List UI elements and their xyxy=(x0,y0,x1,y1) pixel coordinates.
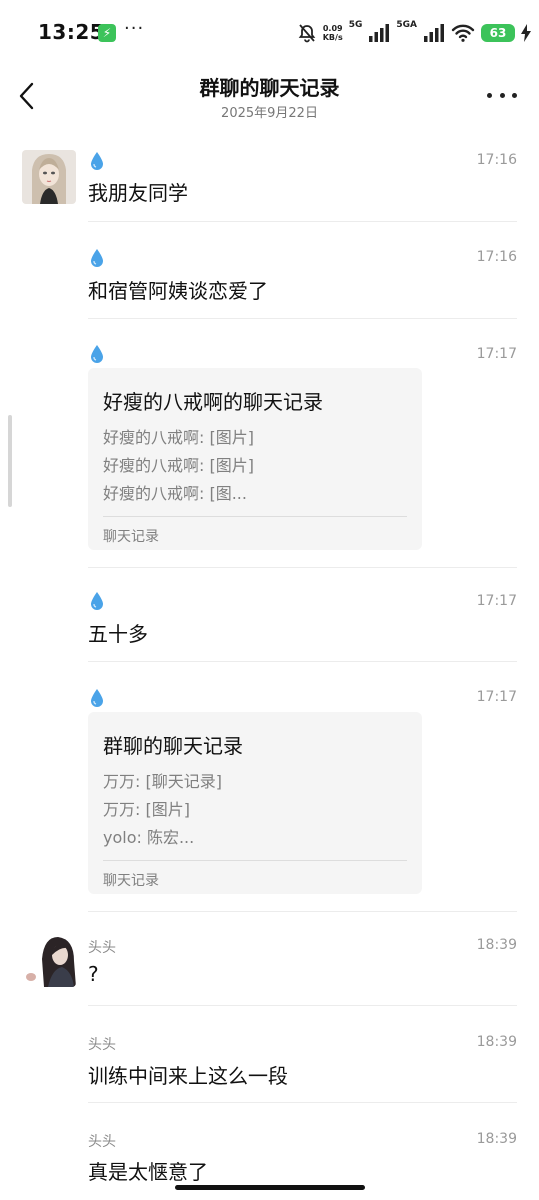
divider xyxy=(88,661,517,662)
dot-icon xyxy=(499,92,505,98)
card-line: yolo: 陈宏... xyxy=(103,828,195,847)
sender-name: 头头 xyxy=(88,940,116,956)
card-footer: 聊天记录 xyxy=(103,529,159,545)
more-options-button[interactable] xyxy=(487,88,517,102)
message-time: 17:16 xyxy=(476,152,517,168)
charging-icon xyxy=(521,24,531,42)
card-line: 万万: [图片] xyxy=(103,800,190,819)
message-item: 17:17 五十多 xyxy=(0,588,539,662)
message-text[interactable]: 五十多 xyxy=(88,618,148,647)
sender-name: 头头 xyxy=(88,1037,116,1053)
card-divider xyxy=(103,860,407,861)
message-item: 17:16 我朋友同学 xyxy=(0,148,539,222)
sender-name: 头头 xyxy=(88,1134,116,1150)
status-time: 13:25 xyxy=(38,20,105,44)
card-footer: 聊天记录 xyxy=(103,873,159,889)
message-time: 18:39 xyxy=(476,937,517,953)
message-time: 18:39 xyxy=(476,1034,517,1050)
message-text[interactable]: 训练中间来上这么一段 xyxy=(88,1060,288,1089)
message-item: 17:16 和宿管阿姨谈恋爱了 xyxy=(0,245,539,319)
speed-unit: KB/s xyxy=(322,33,343,42)
network-speed: 0.09 KB/s xyxy=(323,24,343,42)
home-indicator[interactable] xyxy=(175,1185,365,1190)
card-title: 群聊的聊天记录 xyxy=(103,734,243,758)
status-right: 0.09 KB/s 5G 5GA 63 xyxy=(297,18,531,48)
status-bar: 13:25 ⚡ ··· 0.09 KB/s 5G 5GA 63 xyxy=(0,0,539,66)
avatar[interactable] xyxy=(22,933,76,987)
chat-record-card[interactable]: 群聊的聊天记录 万万: [聊天记录] 万万: [图片] yolo: 陈宏... … xyxy=(88,712,422,894)
avatar[interactable] xyxy=(22,150,76,204)
water-drop-icon xyxy=(91,249,103,267)
speed-value: 0.09 xyxy=(322,24,343,33)
message-text[interactable]: 真是太惬意了 xyxy=(88,1156,208,1185)
chat-record-card[interactable]: 好瘦的八戒啊的聊天记录 好瘦的八戒啊: [图片] 好瘦的八戒啊: [图片] 好瘦… xyxy=(88,368,422,550)
message-text[interactable]: 我朋友同学 xyxy=(88,177,188,206)
more-notifications-icon: ··· xyxy=(124,18,145,39)
card-line: 好瘦的八戒啊: [图... xyxy=(103,484,247,503)
signal-icon-2 xyxy=(424,24,444,42)
message-item: 头头 18:39 ? xyxy=(0,933,539,1007)
divider xyxy=(88,911,517,912)
message-time: 17:16 xyxy=(476,249,517,265)
water-drop-icon xyxy=(91,689,103,707)
page-date: 2025年9月22日 xyxy=(221,106,318,121)
water-drop-icon xyxy=(91,592,103,610)
avatar-girl-image xyxy=(22,933,76,987)
card-line: 万万: [聊天记录] xyxy=(103,772,222,791)
card-line: 好瘦的八戒啊: [图片] xyxy=(103,456,254,475)
chat-record-header: 群聊的聊天记录 2025年9月22日 xyxy=(0,66,539,130)
message-text[interactable]: 和宿管阿姨谈恋爱了 xyxy=(88,275,268,304)
dot-icon xyxy=(487,92,492,98)
wifi-icon xyxy=(451,24,475,42)
card-line: 好瘦的八戒啊: [图片] xyxy=(103,428,254,447)
divider xyxy=(88,318,517,319)
battery-level: 63 xyxy=(481,24,515,42)
water-drop-icon xyxy=(91,152,103,170)
message-time: 17:17 xyxy=(476,593,517,609)
network-type-2: 5GA xyxy=(396,20,417,30)
network-type-1: 5G xyxy=(348,20,363,30)
page-title: 群聊的聊天记录 xyxy=(199,76,340,100)
message-item: 17:17 好瘦的八戒啊的聊天记录 好瘦的八戒啊: [图片] 好瘦的八戒啊: [… xyxy=(0,342,539,568)
message-time: 17:17 xyxy=(476,346,517,362)
message-time: 18:39 xyxy=(476,1131,517,1147)
divider xyxy=(88,221,517,222)
divider xyxy=(88,1005,517,1006)
divider xyxy=(88,1102,517,1103)
card-title: 好瘦的八戒啊的聊天记录 xyxy=(103,390,323,414)
message-text[interactable]: ? xyxy=(88,962,99,986)
message-item: 17:17 群聊的聊天记录 万万: [聊天记录] 万万: [图片] yolo: … xyxy=(0,686,539,912)
mute-bell-icon xyxy=(298,24,316,43)
message-item: 头头 18:39 训练中间来上这么一段 xyxy=(0,1030,539,1104)
signal-icon xyxy=(369,24,390,42)
water-drop-icon xyxy=(91,345,103,363)
dot-icon xyxy=(512,92,517,98)
card-divider xyxy=(103,516,407,517)
avatar-doll-image xyxy=(22,150,76,204)
message-time: 17:17 xyxy=(476,689,517,705)
divider xyxy=(88,567,517,568)
charging-app-icon: ⚡ xyxy=(98,24,116,42)
